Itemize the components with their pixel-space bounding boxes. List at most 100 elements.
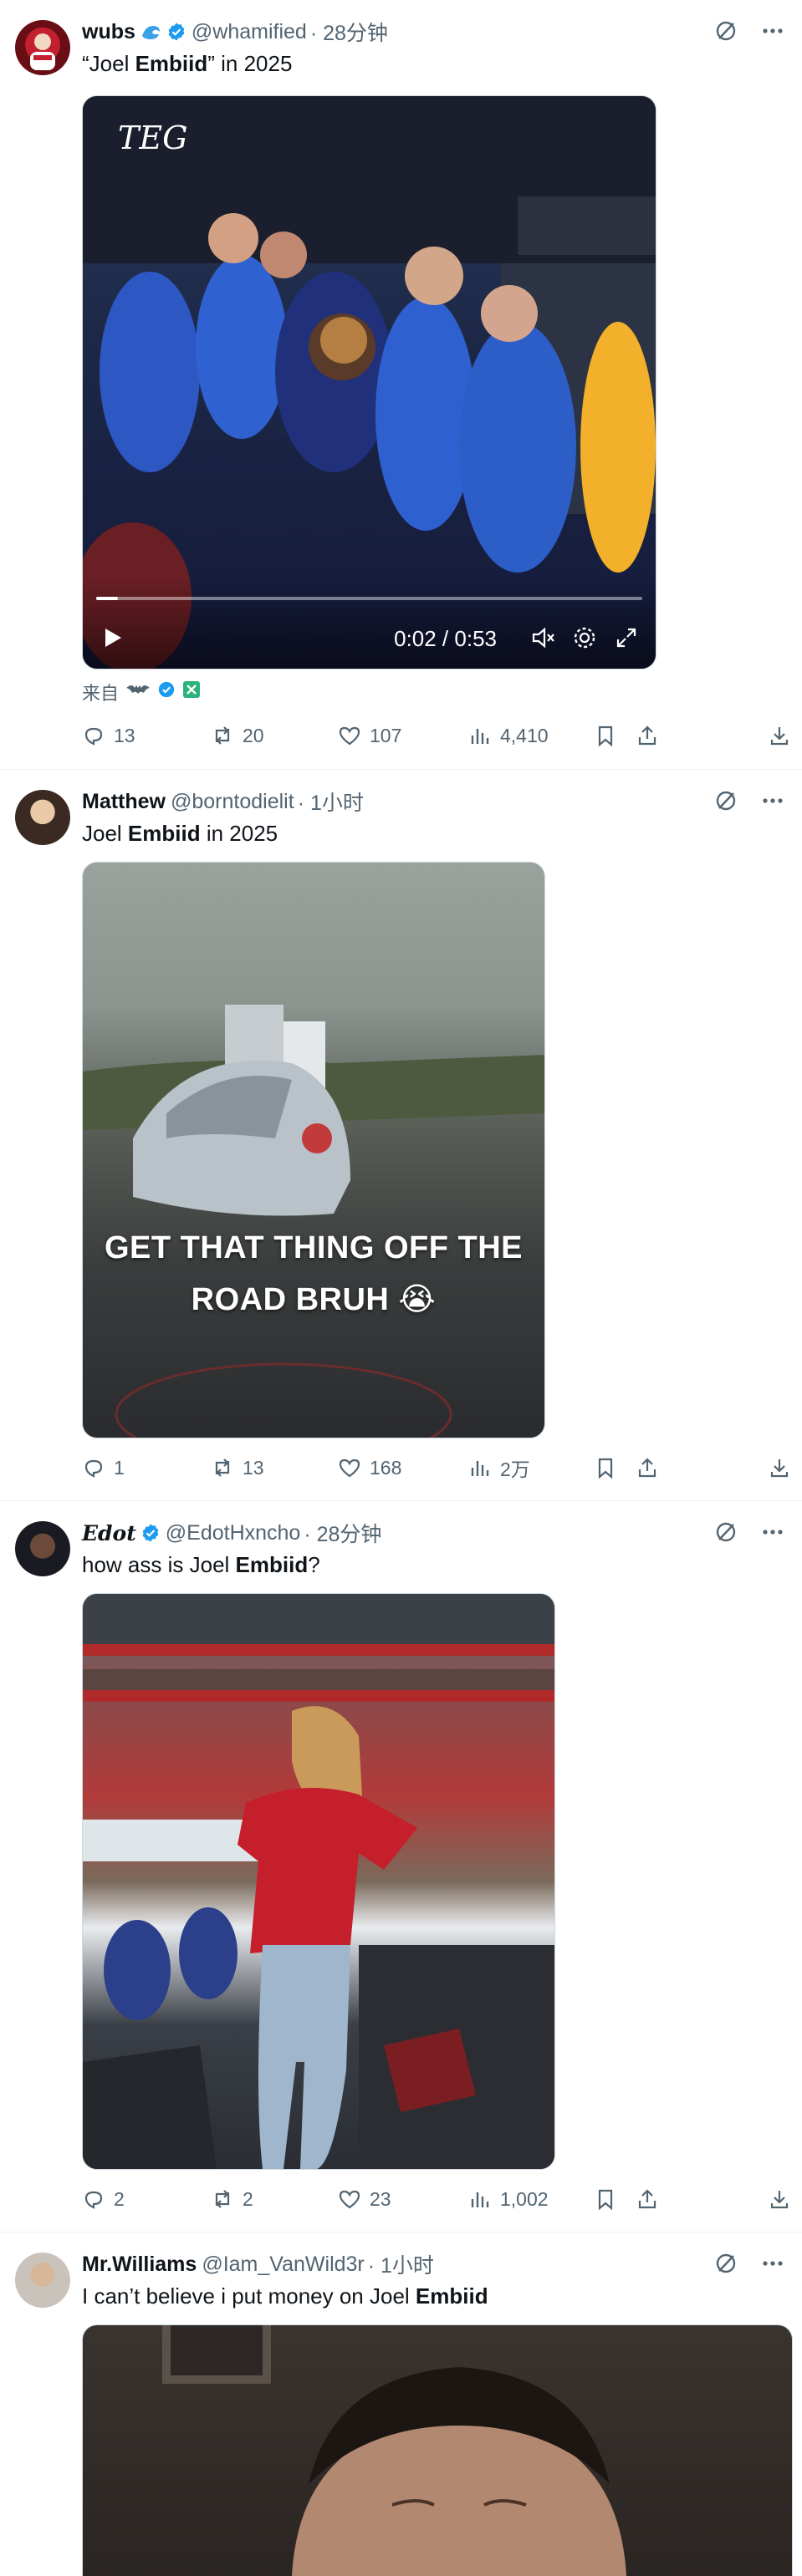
repost-button[interactable]: 13 — [211, 1456, 264, 1479]
post-3[interactable]: Edot @EdotHxncho · 28分钟 how ass is Joel … — [0, 1501, 802, 2232]
post-header: Matthew @borntodielit · 1小时 — [82, 787, 364, 817]
post-4[interactable]: Mr.Williams @Iam_VanWild3r · 1小时 I can’t… — [0, 2232, 802, 2576]
wave-emoji-icon — [140, 21, 162, 43]
grok-icon[interactable] — [713, 2251, 738, 2276]
like-button[interactable]: 23 — [338, 2187, 391, 2211]
video-controls: 0:02 / 0:53 — [83, 577, 656, 669]
share-icon[interactable] — [636, 724, 659, 747]
grok-icon[interactable] — [713, 788, 738, 813]
photo-illustration — [162, 2325, 626, 2576]
views-button[interactable]: 1,002 — [468, 2187, 549, 2211]
like-count: 168 — [370, 1456, 402, 1479]
post-video[interactable]: GET THAT THING OFF THE ROAD BRUH 😭 — [82, 862, 545, 1438]
video-time: 0:02 / 0:53 — [394, 626, 497, 651]
grok-icon[interactable] — [713, 1520, 738, 1545]
reply-button[interactable]: 2 — [82, 2187, 125, 2211]
post-image[interactable] — [82, 2324, 793, 2576]
like-count: 23 — [370, 2187, 391, 2210]
reply-count: 2 — [114, 2187, 125, 2210]
download-icon[interactable] — [768, 1456, 791, 1479]
more-options-icon[interactable] — [760, 1520, 785, 1545]
image-caption-line-2: ROAD BRUH 😭 — [191, 1282, 437, 1317]
share-icon[interactable] — [636, 1456, 659, 1479]
post-header: Edot @EdotHxncho · 28分钟 — [82, 1518, 381, 1548]
reply-count: 13 — [114, 724, 135, 746]
post-text: “Joel Embiid” in 2025 — [82, 51, 293, 76]
action-bar: 1 13 168 2万 — [82, 1451, 791, 1484]
view-count: 1,002 — [500, 2187, 549, 2210]
reply-button[interactable]: 1 — [82, 1456, 125, 1479]
timestamp[interactable]: · 28分钟 — [310, 17, 388, 47]
repost-count: 2 — [243, 2187, 253, 2210]
handle[interactable]: @Iam_VanWild3r — [202, 2253, 364, 2277]
display-name[interactable]: Mr.Williams — [82, 2253, 197, 2277]
source-label: 来自 — [82, 683, 120, 704]
bookmark-icon[interactable] — [594, 1456, 617, 1479]
display-name[interactable]: Edot — [82, 1521, 136, 1545]
more-options-icon[interactable] — [760, 2251, 785, 2276]
post-top-actions — [713, 1520, 785, 1545]
avatar[interactable] — [15, 20, 70, 75]
action-bar: 13 20 107 4,410 — [82, 719, 791, 752]
post-text: Joel Embiid in 2025 — [82, 821, 278, 846]
verified-badge-icon — [157, 680, 176, 704]
video-source: 来自 — [82, 679, 201, 705]
bat-icon — [125, 681, 151, 703]
like-button[interactable]: 168 — [338, 1456, 401, 1479]
repost-button[interactable]: 2 — [211, 2187, 253, 2211]
video-frame-illustration — [83, 1005, 544, 1438]
post-video[interactable]: TEG 0:02 / 0:53 — [82, 95, 656, 669]
timestamp[interactable]: · 1小时 — [298, 787, 364, 817]
display-name[interactable]: wubs — [82, 20, 135, 44]
post-top-actions — [713, 2251, 785, 2276]
view-count: 4,410 — [500, 724, 549, 746]
x-logo-icon — [182, 680, 201, 704]
avatar[interactable] — [15, 790, 70, 845]
post-top-actions — [713, 18, 785, 43]
download-icon[interactable] — [768, 724, 791, 747]
avatar[interactable] — [15, 2253, 70, 2308]
photo-illustration — [83, 1594, 554, 2169]
verified-badge-icon — [140, 1523, 161, 1543]
views-button[interactable]: 2万 — [468, 1453, 530, 1482]
more-options-icon[interactable] — [760, 18, 785, 43]
more-options-icon[interactable] — [760, 788, 785, 813]
settings-icon[interactable] — [570, 624, 599, 652]
timestamp[interactable]: · 28分钟 — [304, 1518, 381, 1548]
post-image[interactable] — [82, 1593, 555, 2170]
reply-count: 1 — [114, 1456, 125, 1479]
play-icon[interactable] — [98, 624, 126, 652]
download-icon[interactable] — [768, 2187, 791, 2211]
mute-icon[interactable] — [529, 624, 557, 652]
video-overlay-text: TEG — [118, 120, 188, 156]
bookmark-icon[interactable] — [594, 2187, 617, 2211]
timestamp[interactable]: · 1小时 — [368, 2249, 434, 2279]
handle[interactable]: @borntodielit — [171, 790, 294, 814]
post-2[interactable]: Matthew @borntodielit · 1小时 Joel Embiid … — [0, 770, 802, 1500]
post-header: wubs @whamified · 28分钟 — [82, 17, 388, 47]
video-progress-bar[interactable] — [96, 597, 642, 600]
post-1[interactable]: wubs @whamified · 28分钟 “Joel Embiid” in … — [0, 0, 802, 769]
verified-badge-icon — [166, 22, 186, 42]
repost-button[interactable]: 20 — [211, 724, 264, 747]
display-name[interactable]: Matthew — [82, 790, 166, 814]
views-button[interactable]: 4,410 — [468, 724, 549, 747]
like-button[interactable]: 107 — [338, 724, 401, 747]
post-text: I can’t believe i put money on Joel Embi… — [82, 2283, 488, 2309]
like-count: 107 — [370, 724, 402, 746]
bookmark-icon[interactable] — [594, 724, 617, 747]
image-caption-line-1: GET THAT THING OFF THE — [104, 1230, 524, 1265]
action-bar: 2 2 23 1,002 — [82, 2182, 791, 2216]
reply-button[interactable]: 13 — [82, 724, 135, 747]
handle[interactable]: @whamified — [192, 20, 307, 44]
handle[interactable]: @EdotHxncho — [166, 1521, 301, 1545]
repost-count: 13 — [243, 1456, 264, 1479]
fullscreen-icon[interactable] — [612, 624, 641, 652]
grok-icon[interactable] — [713, 18, 738, 43]
avatar[interactable] — [15, 1521, 70, 1576]
post-text: how ass is Joel Embiid? — [82, 1552, 320, 1577]
share-icon[interactable] — [636, 2187, 659, 2211]
repost-count: 20 — [243, 724, 264, 746]
post-top-actions — [713, 788, 785, 813]
post-header: Mr.Williams @Iam_VanWild3r · 1小时 — [82, 2249, 434, 2279]
